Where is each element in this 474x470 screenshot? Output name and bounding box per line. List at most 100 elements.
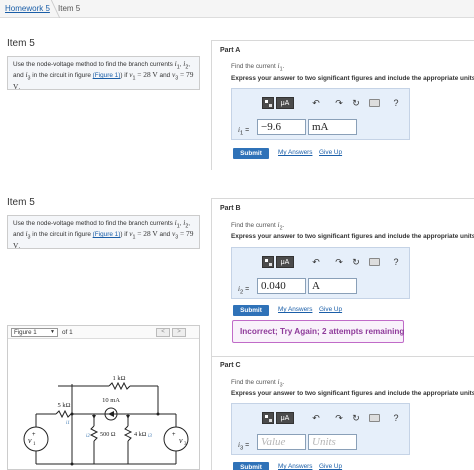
answer-value-field[interactable]: Value [257, 434, 306, 450]
math-sub: 3 [27, 234, 31, 241]
submit-button[interactable]: Submit [233, 462, 269, 470]
voltage-sub: 1 [33, 442, 36, 447]
figure-toolbar: Figure 1 ▼ of 1 < > [8, 326, 199, 339]
part-b-find: Find the current i2. [231, 220, 285, 232]
part-c-title: Part C [220, 362, 241, 369]
divider [211, 40, 474, 41]
answer-label: i2 = [238, 285, 250, 296]
templates-icon[interactable] [262, 412, 274, 424]
voltage-label: v [179, 436, 183, 445]
answer-units-field[interactable]: Units [308, 434, 357, 450]
divider [211, 40, 212, 170]
help-icon[interactable]: ? [390, 256, 402, 268]
templates-icon[interactable] [262, 256, 274, 268]
plus-sign: + [32, 432, 36, 438]
figure-select[interactable]: Figure 1 ▼ [11, 328, 58, 337]
part-b-instructions: Express your answer to two significant f… [231, 233, 474, 240]
submit-button[interactable]: Submit [233, 305, 269, 316]
divider [211, 356, 474, 357]
my-answers-link[interactable]: My Answers [278, 463, 312, 470]
figure-select-value: Figure 1 [14, 329, 37, 336]
keyboard-icon[interactable] [369, 258, 380, 266]
reset-icon[interactable]: ↻ [350, 256, 362, 268]
answer-value-field[interactable]: −9.6 [257, 119, 306, 135]
math-sub: 2 [279, 225, 283, 232]
value-placeholder: Value [261, 436, 286, 448]
figure-prev-button[interactable]: < [156, 328, 170, 337]
keyboard-icon[interactable] [369, 414, 380, 422]
undo-icon[interactable]: ↶ [310, 412, 322, 424]
current-label: i1 [66, 421, 70, 426]
question-text: and [13, 231, 24, 239]
give-up-link[interactable]: Give Up [319, 306, 342, 313]
divider [211, 198, 212, 470]
submit-button[interactable]: Submit [233, 148, 269, 159]
question-text: and [159, 72, 171, 80]
undo-icon[interactable]: ↶ [310, 256, 322, 268]
redo-icon[interactable]: ↷ [333, 256, 345, 268]
part-a-answer-panel: μA ↶ ↷ ↻ ? i1 = −9.6 mA [231, 88, 410, 140]
figure-next-button[interactable]: > [172, 328, 186, 337]
part-a-title: Part A [220, 47, 241, 54]
find-text: Find the current [231, 63, 276, 70]
part-c-find: Find the current i3. [231, 377, 285, 389]
math-value: = 28 V [137, 229, 158, 239]
breadcrumb-homework-link[interactable]: Homework 5 [5, 4, 50, 13]
reset-icon[interactable]: ↻ [350, 412, 362, 424]
answer-units-field[interactable]: A [308, 278, 357, 294]
item-title: Item 5 [7, 38, 35, 49]
help-icon[interactable]: ? [390, 412, 402, 424]
source-label: 10 mA [102, 397, 120, 404]
breadcrumb: Homework 5 Item 5 [0, 0, 474, 18]
keyboard-icon[interactable] [369, 99, 380, 107]
figure-link[interactable]: (Figure 1) [93, 72, 121, 79]
part-a-find: Find the current i1. [231, 61, 285, 73]
reset-icon[interactable]: ↻ [350, 97, 362, 109]
figure-panel: Figure 1 ▼ of 1 < > 1 kΩ 5 kΩ 10 mA 500 … [7, 325, 200, 470]
question-text: Use the node-voltage method to find the … [13, 61, 173, 68]
give-up-link[interactable]: Give Up [319, 463, 342, 470]
part-c-instructions: Express your answer to two significant f… [231, 390, 474, 397]
current-label: i2 [86, 434, 90, 439]
resistor-label: 500 Ω [100, 431, 116, 438]
math-sub: 3 [239, 445, 244, 452]
feedback-message: Incorrect; Try Again; 2 attempts remaini… [232, 320, 404, 343]
units-button[interactable]: μA [276, 412, 294, 424]
units-button[interactable]: μA [276, 256, 294, 268]
find-text: Find the current [231, 379, 276, 386]
current-label: i3 [148, 434, 152, 439]
question-text: ) if [120, 72, 128, 80]
redo-icon[interactable]: ↷ [333, 97, 345, 109]
answer-value-field[interactable]: 0.040 [257, 278, 306, 294]
give-up-link[interactable]: Give Up [319, 149, 342, 156]
question-text: in the circuit in figure [32, 231, 91, 239]
breadcrumb-current: Item 5 [58, 4, 81, 13]
templates-icon[interactable] [262, 97, 274, 109]
question-text: . [18, 83, 21, 91]
my-answers-link[interactable]: My Answers [278, 306, 312, 313]
answer-label: i1 = [238, 126, 250, 137]
math-sub: 3 [175, 234, 179, 241]
question-text: in the circuit in figure [32, 72, 91, 80]
my-answers-link[interactable]: My Answers [278, 149, 312, 156]
units-button[interactable]: μA [276, 97, 294, 109]
answer-units-field[interactable]: mA [308, 119, 357, 135]
figure-link[interactable]: (Figure 1) [93, 231, 121, 238]
math-sub: 3 [279, 382, 283, 389]
math-value: = 28 V [137, 70, 158, 80]
math-sub: 3 [27, 75, 31, 82]
undo-icon[interactable]: ↶ [310, 97, 322, 109]
redo-icon[interactable]: ↷ [333, 412, 345, 424]
circuit-diagram: 1 kΩ 5 kΩ 10 mA 500 Ω 4 kΩ v 1 v 3 i1 i2… [23, 375, 189, 466]
resistor-label: 4 kΩ [134, 431, 147, 438]
resistor-label: 5 kΩ [58, 402, 71, 409]
math-sub: 1 [279, 66, 283, 73]
question-text: ) if [120, 231, 128, 239]
part-a-instructions: Express your answer to two significant f… [231, 75, 474, 82]
resistor-label: 1 kΩ [113, 375, 126, 382]
question-box: Use the node-voltage method to find the … [7, 56, 200, 91]
part-b-title: Part B [220, 205, 241, 212]
math-sub: 1 [239, 130, 244, 137]
help-icon[interactable]: ? [390, 97, 402, 109]
math-sub: 1 [132, 234, 136, 241]
